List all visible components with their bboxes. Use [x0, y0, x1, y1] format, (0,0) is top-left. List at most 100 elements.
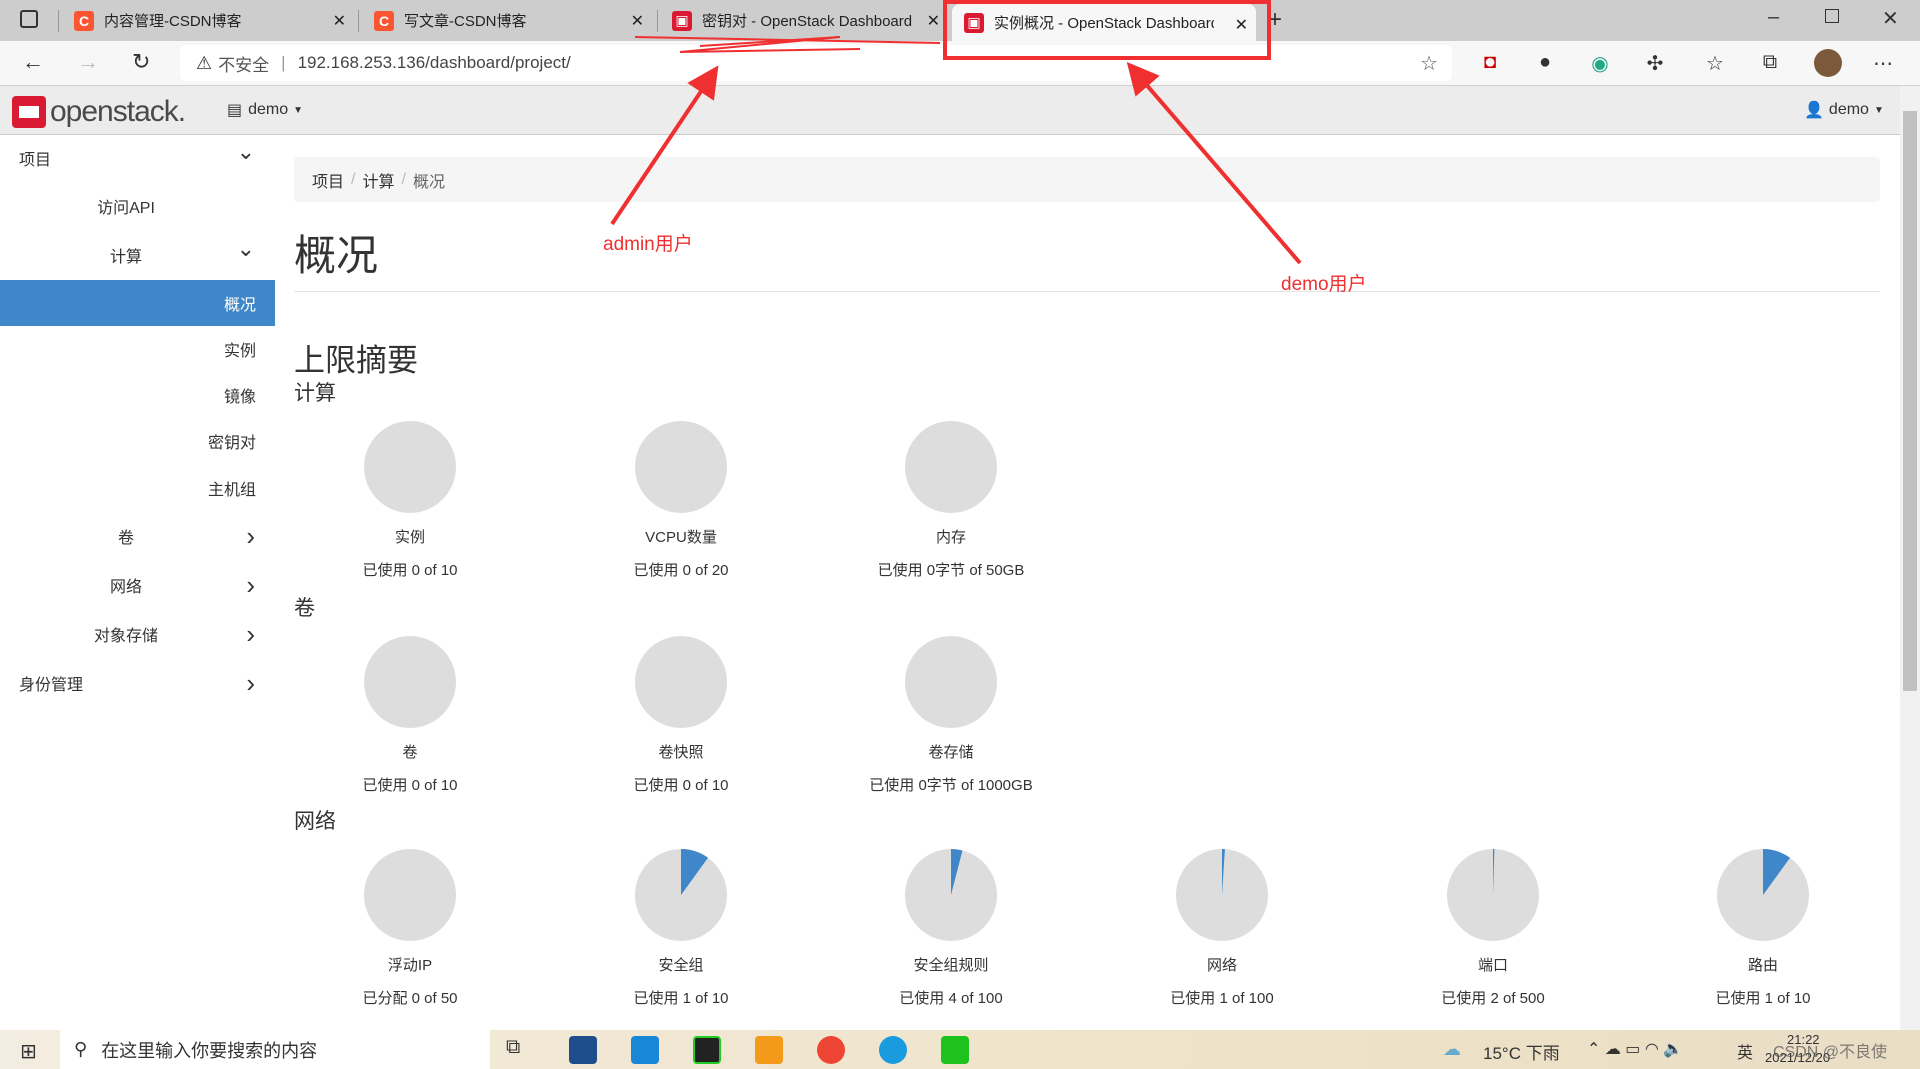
- pie-background: [364, 849, 456, 941]
- quota-usage: 已使用 0字节 of 50GB: [877, 562, 1025, 579]
- tray-icons[interactable]: ⌃ ☁ ▭ ◠ 🔈: [1587, 1039, 1683, 1059]
- pie-chart: [1447, 849, 1539, 941]
- quota-label: 卷存储: [928, 744, 974, 761]
- quota-label: 路由: [1747, 957, 1778, 974]
- chevron-right-icon: ›: [246, 667, 255, 698]
- sidebar-item[interactable]: 身份管理 ›: [0, 660, 275, 706]
- group-title: 卷: [294, 597, 315, 620]
- search-placeholder: 在这里输入你要搜索的内容: [101, 1040, 318, 1061]
- chevron-right-icon: ›: [246, 618, 255, 649]
- quota-label: 内存: [935, 529, 966, 546]
- quota-usage: 已使用 2 of 500: [1441, 990, 1545, 1007]
- weather-icon: ☁: [1443, 1039, 1461, 1059]
- quota-label: 端口: [1477, 957, 1508, 974]
- quota-pie: 浮动IP 已分配 0 of 50: [317, 848, 503, 1008]
- pie-background: [364, 636, 456, 728]
- pie-chart: [905, 849, 997, 941]
- search-icon: ⚲: [74, 1039, 88, 1059]
- sidebar-item-label: 实例: [223, 343, 256, 360]
- pie-background: [905, 636, 997, 728]
- watermark: CSDN @不良使: [1773, 1044, 1888, 1061]
- quota-label: 安全组规则: [913, 957, 989, 974]
- quota-label: 卷快照: [658, 744, 704, 761]
- quota-pie: 卷存储已使用 0字节 of 1000GB: [858, 635, 1044, 795]
- demo-annotation: demo用户: [1281, 274, 1367, 295]
- quota-label: 网络: [1206, 957, 1237, 974]
- quota-pie: 卷已使用 0 of 10: [317, 635, 503, 795]
- quota-usage: 已分配 0 of 50: [362, 990, 458, 1007]
- quota-usage: 已使用 0 of 20: [633, 562, 729, 579]
- pie-chart: [905, 421, 997, 513]
- quota-pie: 网络已使用 1 of 100: [1129, 848, 1315, 1008]
- iqiyi-icon[interactable]: [941, 1036, 969, 1064]
- quota-usage: 已使用 4 of 100: [899, 990, 1003, 1007]
- sidebar-item-label: 网络: [109, 579, 142, 596]
- quota-pie: 内存已使用 0字节 of 50GB: [858, 420, 1044, 580]
- pie-chart: [905, 636, 997, 728]
- quota-usage: 已使用 0字节 of 1000GB: [869, 777, 1033, 794]
- demo-arrow: [1126, 61, 1302, 265]
- quota-label: 浮动IP: [387, 957, 433, 974]
- pie-chart: [1176, 849, 1268, 941]
- sidebar-item-label: 密钥对: [207, 435, 256, 452]
- annotation-arrows: [610, 36, 1302, 265]
- app-icon[interactable]: [817, 1036, 845, 1064]
- quota-pie: 安全组已使用 1 of 10: [588, 848, 774, 1008]
- pie-background: [635, 421, 727, 513]
- sidebar-item[interactable]: 网络 ›: [0, 562, 275, 608]
- admin-annotation: admin用户: [603, 234, 693, 255]
- quota-usage: 已使用 0 of 10: [362, 777, 458, 794]
- quota-usage: 已使用 0 of 10: [633, 777, 729, 794]
- pie-background: [364, 421, 456, 513]
- quota-pie: 实例已使用 0 of 10: [317, 420, 503, 580]
- sidebar-item-label: 卷: [117, 530, 134, 547]
- pie-chart: [364, 849, 456, 941]
- sidebar-item[interactable]: 镜像: [0, 372, 275, 418]
- taskbar: ⊞ ⚲ 在这里输入你要搜索的内容 ⧉ ☁ 15°C 下雨 ⌃ ☁ ▭ ◠ 🔈 英…: [0, 1030, 1920, 1069]
- taskbar-search[interactable]: ⚲ 在这里输入你要搜索的内容: [60, 1030, 490, 1069]
- annotation-scribble: [634, 36, 941, 53]
- edge-icon[interactable]: [879, 1036, 907, 1064]
- quota-usage: 已使用 1 of 100: [1170, 990, 1274, 1007]
- quota-label: 安全组: [658, 957, 704, 974]
- ime-indicator[interactable]: 英: [1737, 1039, 1753, 1063]
- pie-chart: [1717, 849, 1809, 941]
- sidebar-item[interactable]: 密钥对: [0, 418, 275, 464]
- chevron-right-icon: ›: [246, 520, 255, 551]
- section-title: 上限摘要: [294, 343, 418, 378]
- pie-background: [905, 421, 997, 513]
- quota-usage: 已使用 0 of 10: [362, 562, 458, 579]
- sidebar-item[interactable]: 主机组: [0, 465, 275, 511]
- windows-start-icon[interactable]: ⊞: [20, 1039, 37, 1064]
- vmware-icon[interactable]: [755, 1036, 783, 1064]
- pie-background: [635, 636, 727, 728]
- weather-text[interactable]: 15°C 下雨: [1483, 1039, 1560, 1064]
- admin-arrow: [610, 65, 719, 226]
- sidebar-item-label: 镜像: [223, 389, 256, 406]
- quota-label: 卷: [402, 744, 418, 761]
- pie-chart: [364, 421, 456, 513]
- sidebar-item[interactable]: 对象存储 ›: [0, 611, 275, 657]
- quota-pie: 路由 已使用 1 of 10: [1670, 848, 1856, 1008]
- quota-pie: 卷快照已使用 0 of 10: [588, 635, 774, 795]
- task-view-icon[interactable]: ⧉: [506, 1036, 534, 1064]
- group-title: 计算: [294, 382, 336, 405]
- pycharm-icon[interactable]: [693, 1036, 721, 1064]
- quota-pie: 安全组规则已使用 4 of 100: [858, 848, 1044, 1008]
- pie-chart: [364, 636, 456, 728]
- sidebar-item[interactable]: 实例: [0, 326, 275, 372]
- mail-icon[interactable]: [631, 1036, 659, 1064]
- chevron-right-icon: ›: [246, 569, 255, 600]
- quota-usage: 已使用 1 of 10: [633, 990, 729, 1007]
- pie-chart: [635, 421, 727, 513]
- group-title: 网络: [294, 810, 336, 833]
- sidebar-item-label: 身份管理: [19, 677, 84, 694]
- sidebar-item-label: 主机组: [207, 482, 256, 499]
- quota-label: 实例: [394, 529, 425, 546]
- store-icon[interactable]: [569, 1036, 597, 1064]
- sidebar-item-label: 对象存储: [93, 628, 158, 645]
- pie-chart: [635, 636, 727, 728]
- quota-pie: 端口已使用 2 of 500: [1400, 848, 1586, 1008]
- quota-pie: VCPU数量 已使用 0 of 20: [588, 420, 774, 580]
- sidebar-item[interactable]: 卷 ›: [0, 513, 275, 559]
